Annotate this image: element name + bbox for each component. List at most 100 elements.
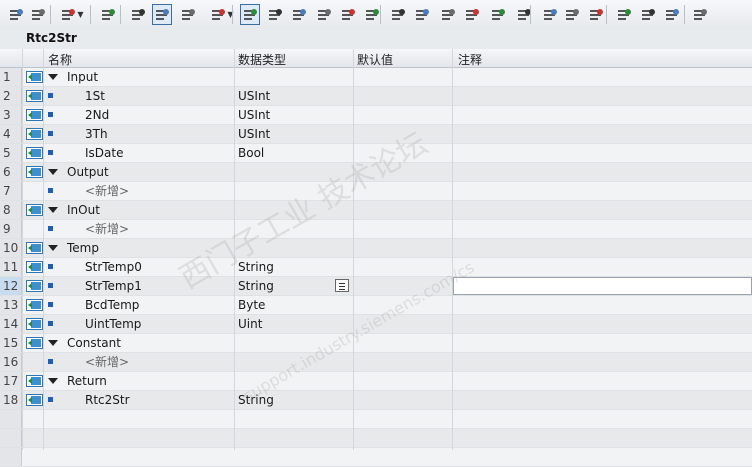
section-row[interactable]: 15 Constant — [0, 334, 752, 353]
toolbar-separator — [120, 5, 121, 24]
variable-datatype[interactable]: Uint — [238, 316, 262, 332]
favorites-button[interactable] — [178, 4, 198, 25]
refresh-button[interactable] — [562, 4, 582, 25]
variable-datatype[interactable]: Byte — [238, 297, 265, 313]
column-header-comment[interactable]: 注释 — [458, 51, 482, 68]
variable-datatype[interactable]: USInt — [238, 107, 270, 123]
expand-collapse-icon[interactable] — [48, 245, 58, 251]
variable-datatype[interactable]: String — [238, 259, 274, 275]
expand-collapse-icon[interactable] — [48, 169, 58, 175]
table-row[interactable]: 5 IsDate Bool — [0, 144, 752, 163]
align-button[interactable] — [462, 4, 482, 25]
datatype-picker-button[interactable] — [335, 279, 349, 292]
collapse-button[interactable] — [514, 4, 534, 25]
table-header: 名称 数据类型 默认值 注释 — [0, 49, 752, 68]
add-new-row[interactable]: 9 <新增> — [0, 220, 752, 239]
variable-datatype[interactable]: String — [238, 392, 274, 408]
section-row[interactable]: 6 Output — [0, 163, 752, 182]
set-breakpoint-button[interactable] — [240, 4, 260, 25]
column-header-name[interactable]: 名称 — [48, 51, 72, 68]
add-new-row[interactable]: 16 <新增> — [0, 353, 752, 372]
expand-collapse-icon[interactable] — [48, 74, 58, 80]
row-number: 14 — [0, 315, 22, 333]
indent-left-button[interactable] — [388, 4, 408, 25]
interface-param-icon — [26, 90, 43, 102]
section-row[interactable]: 1 Input — [0, 68, 752, 87]
list-button[interactable] — [338, 4, 358, 25]
variable-datatype[interactable]: USInt — [238, 126, 270, 142]
search-button[interactable] — [614, 4, 634, 25]
interface-param-icon — [26, 109, 43, 121]
undo-refresh-icon — [590, 8, 603, 20]
variable-name[interactable]: BcdTemp — [85, 297, 139, 313]
absolute-operands-button[interactable] — [152, 4, 172, 25]
insert-network-button[interactable] — [6, 4, 26, 25]
table-row[interactable]: 4 3Th USInt — [0, 125, 752, 144]
memory-button[interactable] — [690, 4, 710, 25]
table-row[interactable]: 11 StrTemp0 String — [0, 258, 752, 277]
add-new-placeholder[interactable]: <新增> — [85, 354, 129, 370]
variable-name[interactable]: StrTemp1 — [85, 278, 142, 294]
comment-input[interactable] — [453, 277, 752, 295]
add-new-placeholder[interactable]: <新增> — [85, 221, 129, 237]
interface-param-icon — [26, 147, 43, 159]
variable-name[interactable]: 1St — [85, 88, 105, 104]
outdent-button[interactable] — [438, 4, 458, 25]
variable-name[interactable]: StrTemp0 — [85, 259, 142, 275]
variable-name[interactable]: 3Th — [85, 126, 108, 142]
column-header-datatype[interactable]: 数据类型 — [238, 51, 286, 68]
add-new-row[interactable]: 7 <新增> — [0, 182, 752, 201]
variable-datatype[interactable]: Bool — [238, 145, 264, 161]
variable-datatype[interactable]: String — [238, 278, 274, 294]
monitor-on-button[interactable] — [638, 4, 658, 25]
table-row[interactable]: 3 2Nd USInt — [0, 106, 752, 125]
expand-collapse-icon[interactable] — [48, 340, 58, 346]
compare-button[interactable] — [362, 4, 382, 25]
reset-button[interactable] — [98, 4, 118, 25]
interface-param-icon — [26, 299, 43, 311]
table-row[interactable]: 13 BcdTemp Byte — [0, 296, 752, 315]
indent-right-button[interactable] — [412, 4, 432, 25]
section-name: Temp — [67, 241, 99, 255]
cross-ref-button[interactable] — [540, 4, 560, 25]
toolbar: ▼ ▼ — [0, 0, 752, 30]
section-row[interactable]: 17 Return — [0, 372, 752, 391]
search-icon — [618, 8, 631, 20]
row-number: 16 — [0, 353, 22, 371]
row-number — [0, 410, 22, 428]
row-marker-icon — [48, 264, 53, 269]
undo-refresh-button[interactable] — [586, 4, 606, 25]
section-row[interactable]: 8 InOut — [0, 201, 752, 220]
block-interface-button[interactable] — [128, 4, 148, 25]
variable-name[interactable]: Rtc2Str — [85, 392, 130, 408]
section-row[interactable]: 10 Temp — [0, 239, 752, 258]
variable-name[interactable]: UintTemp — [85, 316, 141, 332]
goto-previous-button[interactable] — [314, 4, 334, 25]
variable-name[interactable]: 2Nd — [85, 107, 109, 123]
toolbar-separator — [232, 5, 233, 24]
dropdown-arrow-icon: ▼ — [77, 9, 84, 19]
variable-name[interactable]: IsDate — [85, 145, 123, 161]
row-marker-icon — [48, 283, 53, 288]
variable-datatype[interactable]: USInt — [238, 88, 270, 104]
column-header-default[interactable]: 默认值 — [357, 51, 393, 68]
expand-button[interactable] — [488, 4, 508, 25]
row-number: 1 — [0, 68, 22, 86]
goto-network-button[interactable] — [289, 4, 309, 25]
block-title-bar: Rtc2Str — [0, 29, 752, 50]
table-row[interactable]: 14 UintTemp Uint — [0, 315, 752, 334]
table-row[interactable]: 18 Rtc2Str String — [0, 391, 752, 410]
monitor-off-button[interactable] — [662, 4, 682, 25]
interface-param-icon — [26, 261, 43, 273]
table-row[interactable]: 12 StrTemp1 String — [0, 277, 752, 296]
insert-network-2-button[interactable] — [28, 4, 48, 25]
clear-breakpoint-button[interactable] — [265, 4, 285, 25]
row-number: 3 — [0, 106, 22, 124]
add-new-placeholder[interactable]: <新增> — [85, 183, 129, 199]
empty-row — [0, 448, 752, 467]
block-title: Rtc2Str — [26, 31, 77, 45]
table-row[interactable]: 2 1St USInt — [0, 87, 752, 106]
expand-collapse-icon[interactable] — [48, 378, 58, 384]
expand-collapse-icon[interactable] — [48, 207, 58, 213]
add-line-button[interactable]: ▼ — [58, 4, 86, 25]
